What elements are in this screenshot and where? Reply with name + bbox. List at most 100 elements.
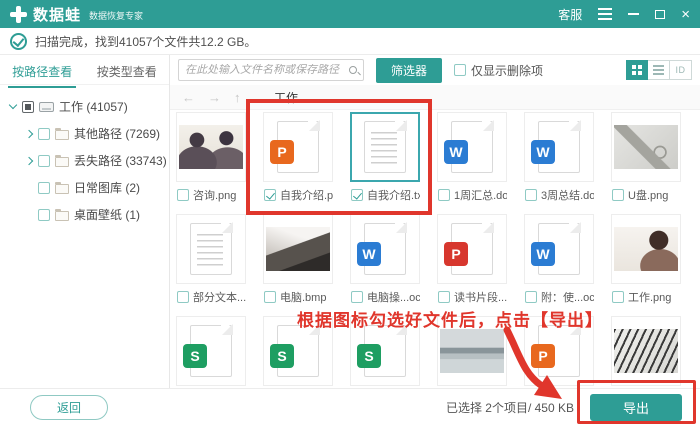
tree-item-2[interactable]: 丢失路径 (33743)	[0, 147, 169, 174]
file-cell-13: S	[263, 316, 333, 386]
scan-status-text: 扫描完成，找到41057个文件共12.2 GB。	[35, 33, 256, 50]
file-checkbox[interactable]	[351, 291, 363, 303]
file-type-badge: W	[357, 242, 381, 266]
toolbar: 筛选器 仅显示删除项 ID	[170, 55, 700, 85]
tab-view-by-type[interactable]: 按类型查看	[85, 55, 170, 84]
sidebar: 按路径查看 按类型查看 工作 (41057)其他路径 (7269)丢失路径 (3…	[0, 55, 170, 388]
photo-thumbnail-landscape	[440, 329, 504, 373]
filter-button[interactable]: 筛选器	[376, 58, 442, 83]
document-file-icon: W	[451, 121, 493, 173]
selection-info: 已选择 2个项目/ 450 KB	[446, 399, 574, 416]
file-checkbox[interactable]	[525, 189, 537, 201]
tree-item-3[interactable]: 日常图库 (2)	[0, 174, 169, 201]
file-type-badge: W	[531, 242, 555, 266]
file-checkbox[interactable]	[612, 291, 624, 303]
export-button[interactable]: 导出	[590, 394, 682, 421]
file-tile[interactable]: W	[524, 214, 594, 284]
file-tile[interactable]: P	[263, 112, 333, 182]
deleted-only-toggle[interactable]: 仅显示删除项	[454, 62, 543, 79]
search-icon[interactable]	[349, 66, 357, 74]
tree-item-1[interactable]: 其他路径 (7269)	[0, 120, 169, 147]
chevron-right-icon[interactable]	[22, 158, 35, 164]
file-checkbox[interactable]	[351, 189, 363, 201]
document-file-icon: W	[364, 223, 406, 275]
nav-up-icon[interactable]: ↑	[234, 90, 260, 105]
chevron-down-icon[interactable]	[6, 105, 19, 108]
tree-item-checkbox[interactable]	[38, 128, 50, 140]
deleted-only-label: 仅显示删除项	[471, 62, 543, 79]
folder-tree: 工作 (41057)其他路径 (7269)丢失路径 (33743)日常图库 (2…	[0, 85, 169, 228]
scan-statusbar: 扫描完成，找到41057个文件共12.2 GB。	[0, 28, 700, 55]
file-type-badge: S	[183, 344, 207, 368]
file-tile[interactable]	[176, 214, 246, 284]
file-cell-6: 部分文本....txt	[176, 214, 246, 305]
sidebar-tabs: 按路径查看 按类型查看	[0, 55, 169, 85]
file-tile[interactable]	[611, 316, 681, 386]
list-view-button[interactable]	[648, 60, 670, 80]
back-button[interactable]: 返回	[30, 395, 108, 420]
file-tile[interactable]: W	[350, 214, 420, 284]
file-checkbox[interactable]	[525, 291, 537, 303]
tree-item-checkbox[interactable]	[38, 182, 50, 194]
file-tile[interactable]	[437, 316, 507, 386]
maximize-button[interactable]	[655, 10, 665, 19]
file-checkbox[interactable]	[438, 291, 450, 303]
file-cell-4: W3周总结.docx	[524, 112, 594, 203]
photo-thumbnail-keyboard	[614, 329, 678, 373]
folder-icon	[55, 184, 69, 194]
main-panel: 筛选器 仅显示删除项 ID ← → ↑ 工作 咨询.pngP自我介绍.pptx自…	[170, 55, 700, 388]
file-tile[interactable]: S	[176, 316, 246, 386]
file-tile[interactable]	[263, 214, 333, 284]
file-checkbox[interactable]	[612, 189, 624, 201]
tree-item-label: 桌面壁纸 (1)	[74, 206, 140, 223]
folder-icon	[55, 157, 69, 167]
deleted-only-checkbox[interactable]	[454, 64, 466, 76]
document-file-icon: S	[364, 325, 406, 377]
minimize-button[interactable]	[628, 13, 639, 15]
file-cell-1: P自我介绍.pptx	[263, 112, 333, 203]
document-file-icon: S	[190, 325, 232, 377]
file-checkbox[interactable]	[264, 291, 276, 303]
file-checkbox[interactable]	[177, 291, 189, 303]
tree-item-checkbox[interactable]	[38, 209, 50, 221]
file-name: 读书片段....pdf	[454, 289, 507, 305]
detail-view-button[interactable]: ID	[670, 60, 692, 80]
file-type-badge: S	[357, 344, 381, 368]
detail-view-icon: ID	[676, 65, 686, 75]
file-tile[interactable]	[611, 112, 681, 182]
file-tile[interactable]: P	[524, 316, 594, 386]
file-tile[interactable]: S	[263, 316, 333, 386]
file-tile[interactable]: W	[437, 112, 507, 182]
nav-forward-icon[interactable]: →	[208, 90, 234, 105]
tree-item-0[interactable]: 工作 (41057)	[0, 93, 169, 120]
tree-item-checkbox[interactable]	[38, 155, 50, 167]
file-name: 电脑.bmp	[280, 289, 326, 305]
file-checkbox[interactable]	[264, 189, 276, 201]
document-file-icon: P	[538, 325, 580, 377]
nav-back-icon[interactable]: ←	[182, 90, 208, 105]
file-checkbox[interactable]	[438, 189, 450, 201]
search-input[interactable]	[185, 64, 345, 76]
tree-item-checkbox[interactable]	[22, 101, 34, 113]
tree-item-4[interactable]: 桌面壁纸 (1)	[0, 201, 169, 228]
file-tile[interactable]	[611, 214, 681, 284]
app-window: 数据蛙 数据恢复专家 客服 × 扫描完成，找到41057个文件共12.2 GB。…	[0, 0, 700, 426]
tab-view-by-path[interactable]: 按路径查看	[0, 55, 85, 84]
file-name: 部分文本....txt	[193, 289, 246, 305]
chevron-right-icon[interactable]	[22, 131, 35, 137]
file-tile[interactable]: P	[437, 214, 507, 284]
file-tile[interactable]	[350, 112, 420, 182]
close-button[interactable]: ×	[681, 7, 690, 22]
app-logo-icon	[10, 6, 27, 23]
document-file-icon: P	[277, 121, 319, 173]
file-cell-11: 工作.png	[611, 214, 681, 305]
search-box[interactable]	[178, 59, 364, 81]
file-tile[interactable]: S	[350, 316, 420, 386]
menu-icon[interactable]	[598, 8, 612, 10]
file-checkbox[interactable]	[177, 189, 189, 201]
photo-thumbnail-phone-woman	[614, 227, 678, 271]
support-link[interactable]: 客服	[558, 6, 582, 23]
file-tile[interactable]: W	[524, 112, 594, 182]
thumbnail-view-button[interactable]	[626, 60, 648, 80]
file-tile[interactable]	[176, 112, 246, 182]
